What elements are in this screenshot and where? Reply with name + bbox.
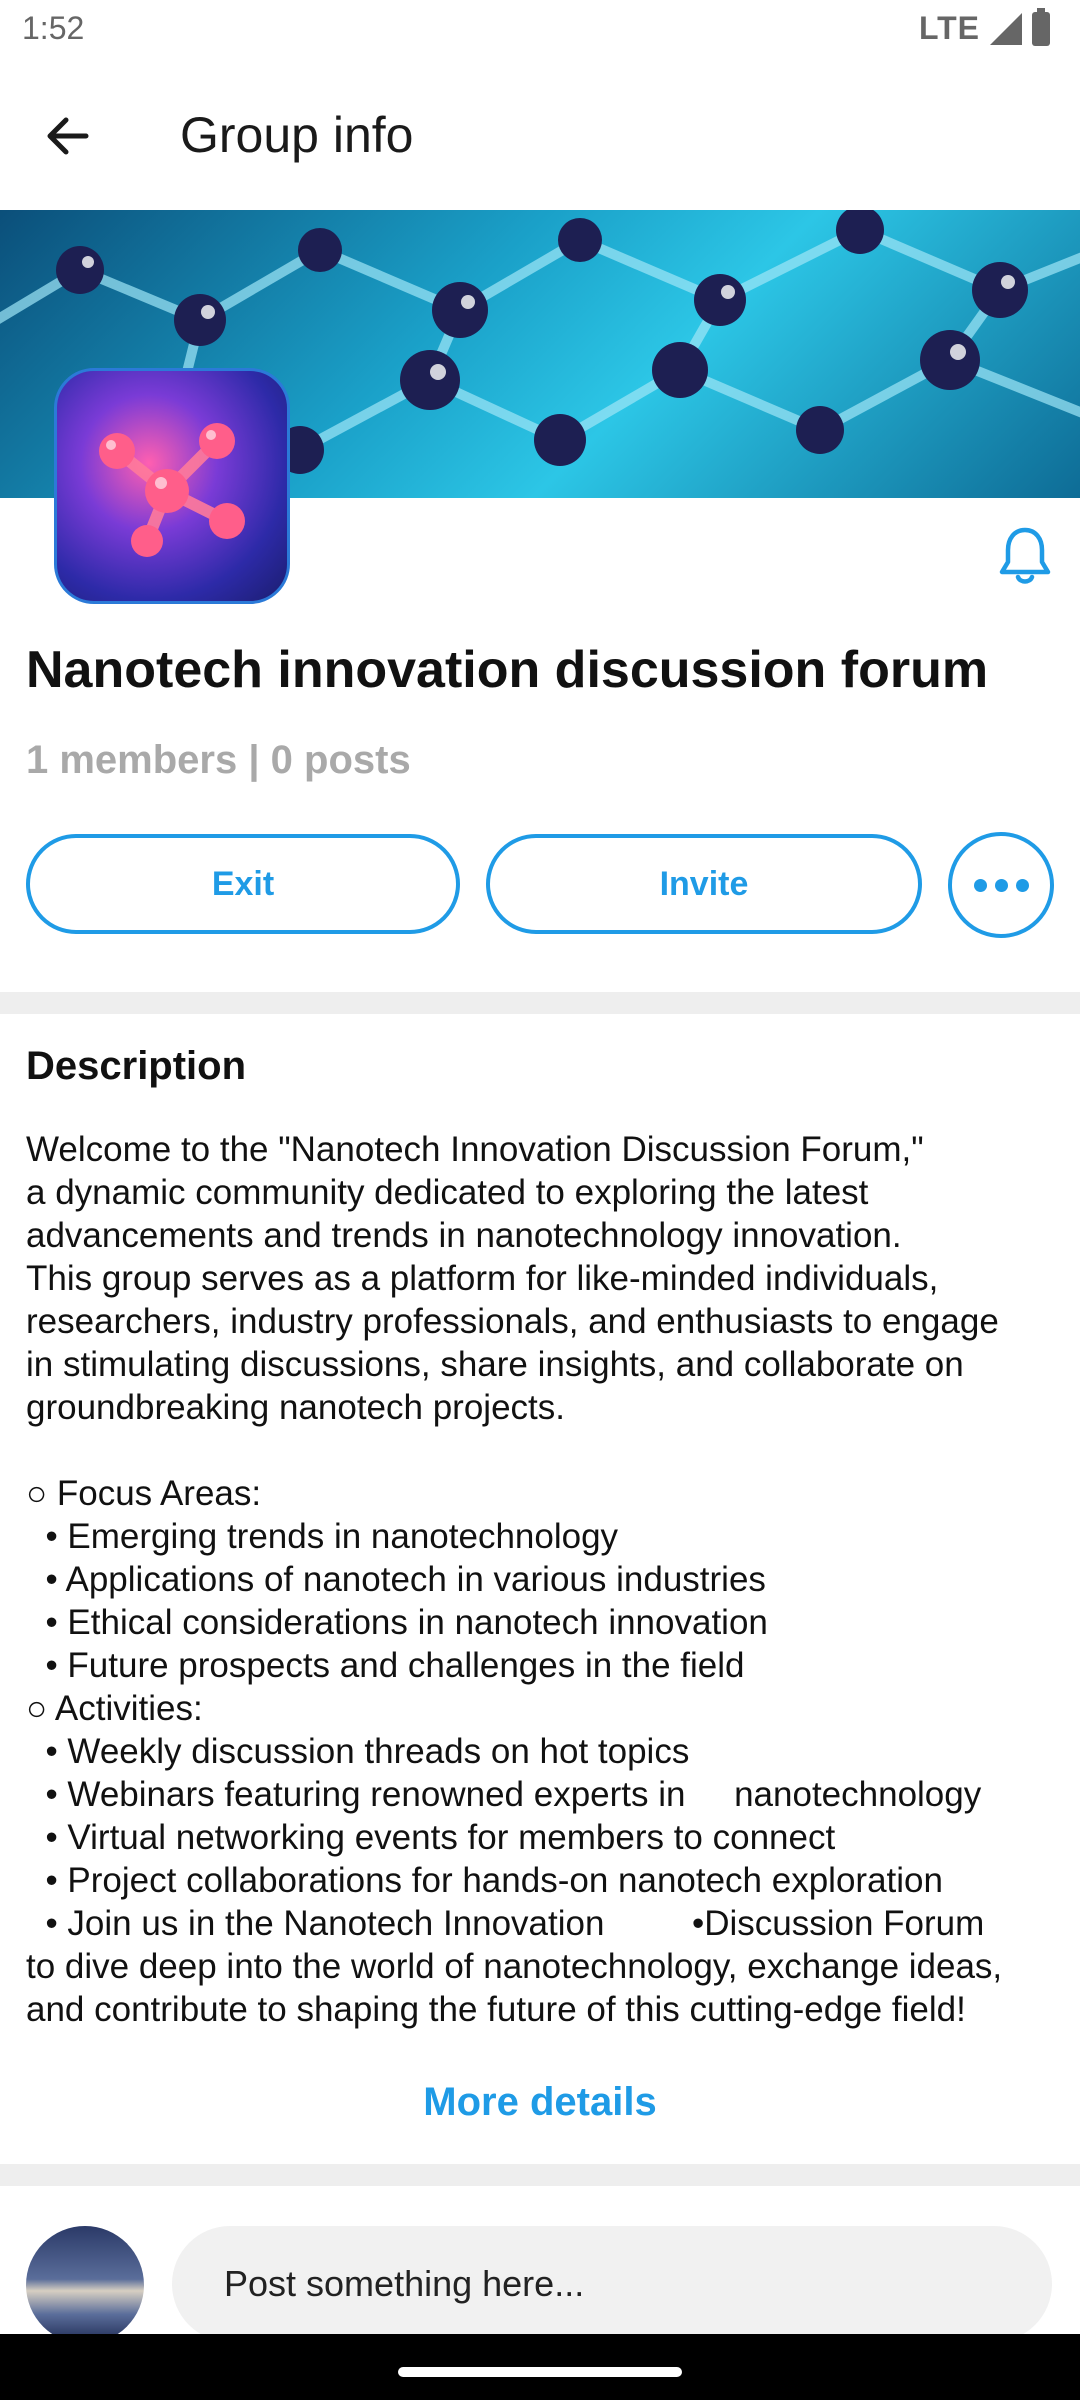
status-icons: LTE: [918, 7, 1050, 47]
status-time: 1:52: [22, 10, 85, 46]
section-divider: [0, 992, 1080, 1014]
signal-icon: [990, 12, 1022, 45]
app-bar: Group info: [0, 64, 1080, 210]
status-bar: 1:52 LTE: [0, 0, 1080, 64]
section-divider: [0, 2164, 1080, 2186]
group-stats: 1 members | 0 posts: [26, 738, 411, 782]
group-name: Nanotech innovation discussion forum: [26, 641, 989, 699]
description-heading: Description: [26, 1044, 247, 1088]
battery-icon: [1032, 7, 1050, 46]
description-text: Welcome to the "Nanotech Innovation Disc…: [26, 1130, 1003, 2029]
more-horizontal-icon: [973, 878, 1029, 892]
arrow-left-icon[interactable]: [36, 104, 100, 168]
exit-button[interactable]: Exit: [26, 834, 460, 934]
more-options-button[interactable]: [948, 832, 1054, 938]
invite-button[interactable]: Invite: [486, 834, 922, 934]
page-title: Group info: [180, 107, 414, 163]
group-avatar[interactable]: [54, 368, 290, 604]
network-type: LTE: [918, 10, 980, 46]
user-avatar[interactable]: [26, 2226, 144, 2344]
home-gesture-handle[interactable]: [398, 2367, 682, 2377]
post-input[interactable]: Post something here...: [172, 2226, 1052, 2342]
more-details-link[interactable]: More details: [0, 2080, 1080, 2125]
bell-icon[interactable]: [990, 520, 1060, 590]
